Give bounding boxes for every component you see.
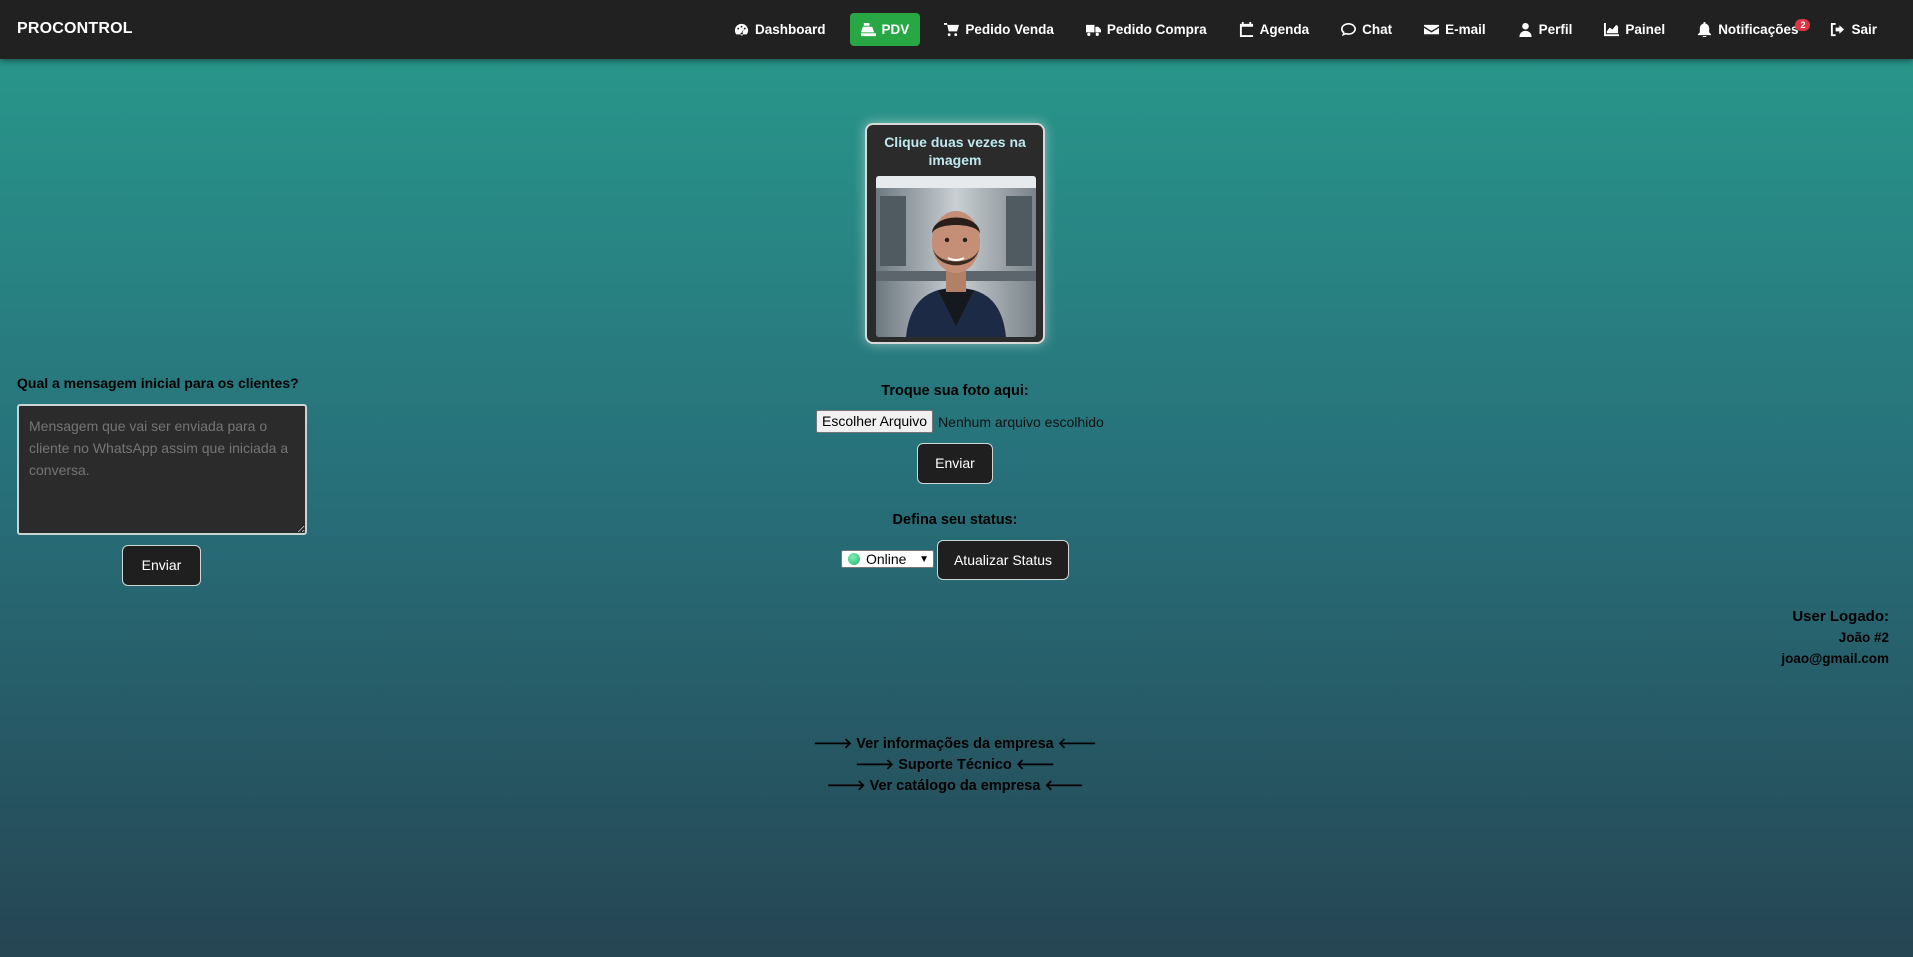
nav-notificacoes[interactable]: Notificações 2 [1681,13,1814,46]
file-status-text: Nenhum arquivo escolhido [938,413,1104,430]
chart-icon [1604,22,1620,37]
update-status-button[interactable]: Atualizar Status [937,540,1069,580]
logged-user-title: User Logado: [1792,608,1889,625]
gauge-icon [734,23,749,36]
nav-perfil-label: Perfil [1538,22,1573,37]
photo-send-button[interactable]: Enviar [917,443,993,484]
logged-user-email: joao@gmail.com [1781,651,1889,666]
nav-pedido-compra-label: Pedido Compra [1106,22,1207,37]
photo-card-title: Clique duas vezes na imagem [884,134,1026,168]
nav-dashboard-label: Dashboard [755,22,826,37]
cart-icon [944,22,960,37]
logged-user-name: João #2 [1838,630,1889,645]
initial-message-label: Qual a mensagem inicial para os clientes… [17,375,299,391]
nav-chat-label: Chat [1362,22,1393,37]
chevron-down-icon: ▼ [919,553,929,565]
change-photo-label: Troque sua foto aqui: [881,383,1029,399]
initial-message-textarea[interactable] [17,404,307,535]
nav-pdv[interactable]: PDV [849,13,921,46]
envelope-icon [1424,24,1440,35]
top-navbar: PROCONTROL Dashboard PDV Pedido Venda Pe… [0,0,1913,59]
company-info-link[interactable]: 🡒 Ver informações da empresa 🡐 [755,734,1155,755]
logged-user-info: User Logado: João #2 joao@gmail.com [1781,608,1889,672]
calendar-icon [1239,22,1253,37]
footer-links: 🡒 Ver informações da empresa 🡐 🡒 Suporte… [755,734,1155,797]
status-select[interactable]: Online ▼ [841,550,934,568]
profile-photo[interactable] [876,176,1036,337]
bell-icon [1698,22,1712,37]
nav-agenda-label: Agenda [1259,22,1310,37]
status-label: Defina seu status: [892,512,1018,528]
user-icon [1519,22,1532,37]
sign-out-icon [1831,22,1845,37]
profile-photo-image [876,176,1036,337]
truck-icon [1085,24,1101,36]
nav-pedido-venda-label: Pedido Venda [965,22,1054,37]
nav-pdv-label: PDV [881,22,910,37]
cash-register-icon [860,22,876,37]
nav-dashboard[interactable]: Dashboard [718,13,842,46]
nav-pedido-venda[interactable]: Pedido Venda [928,13,1070,46]
nav-sair-label: Sair [1851,22,1877,37]
nav-chat[interactable]: Chat [1325,13,1408,46]
profile-photo-card[interactable]: Clique duas vezes na imagem [865,123,1045,344]
notification-count-badge: 2 [1795,19,1811,31]
nav-perfil[interactable]: Perfil [1502,13,1589,46]
nav-email-label: E-mail [1445,22,1486,37]
nav-email[interactable]: E-mail [1408,13,1502,46]
nav-agenda[interactable]: Agenda [1223,13,1326,46]
nav-pedido-compra[interactable]: Pedido Compra [1070,13,1223,46]
tech-support-link[interactable]: 🡒 Suporte Técnico 🡐 [755,755,1155,776]
online-status-dot-icon [848,553,860,565]
nav-notificacoes-label: Notificações [1718,22,1799,37]
brand-logo[interactable]: PROCONTROL [17,20,133,38]
nav-sair[interactable]: Sair [1814,13,1893,46]
nav-painel[interactable]: Painel [1588,13,1681,46]
status-selected-value: Online [866,551,907,567]
nav-links: Dashboard PDV Pedido Venda Pedido Compra… [718,13,1893,46]
company-catalog-link[interactable]: 🡒 Ver catálogo da empresa 🡐 [755,776,1155,797]
choose-file-button[interactable]: Escolher Arquivo [816,410,934,433]
nav-painel-label: Painel [1625,22,1666,37]
chat-bubble-icon [1341,22,1357,37]
file-upload: Escolher Arquivo Nenhum arquivo escolhid… [816,410,1104,433]
initial-message-send-button[interactable]: Enviar [122,545,201,586]
